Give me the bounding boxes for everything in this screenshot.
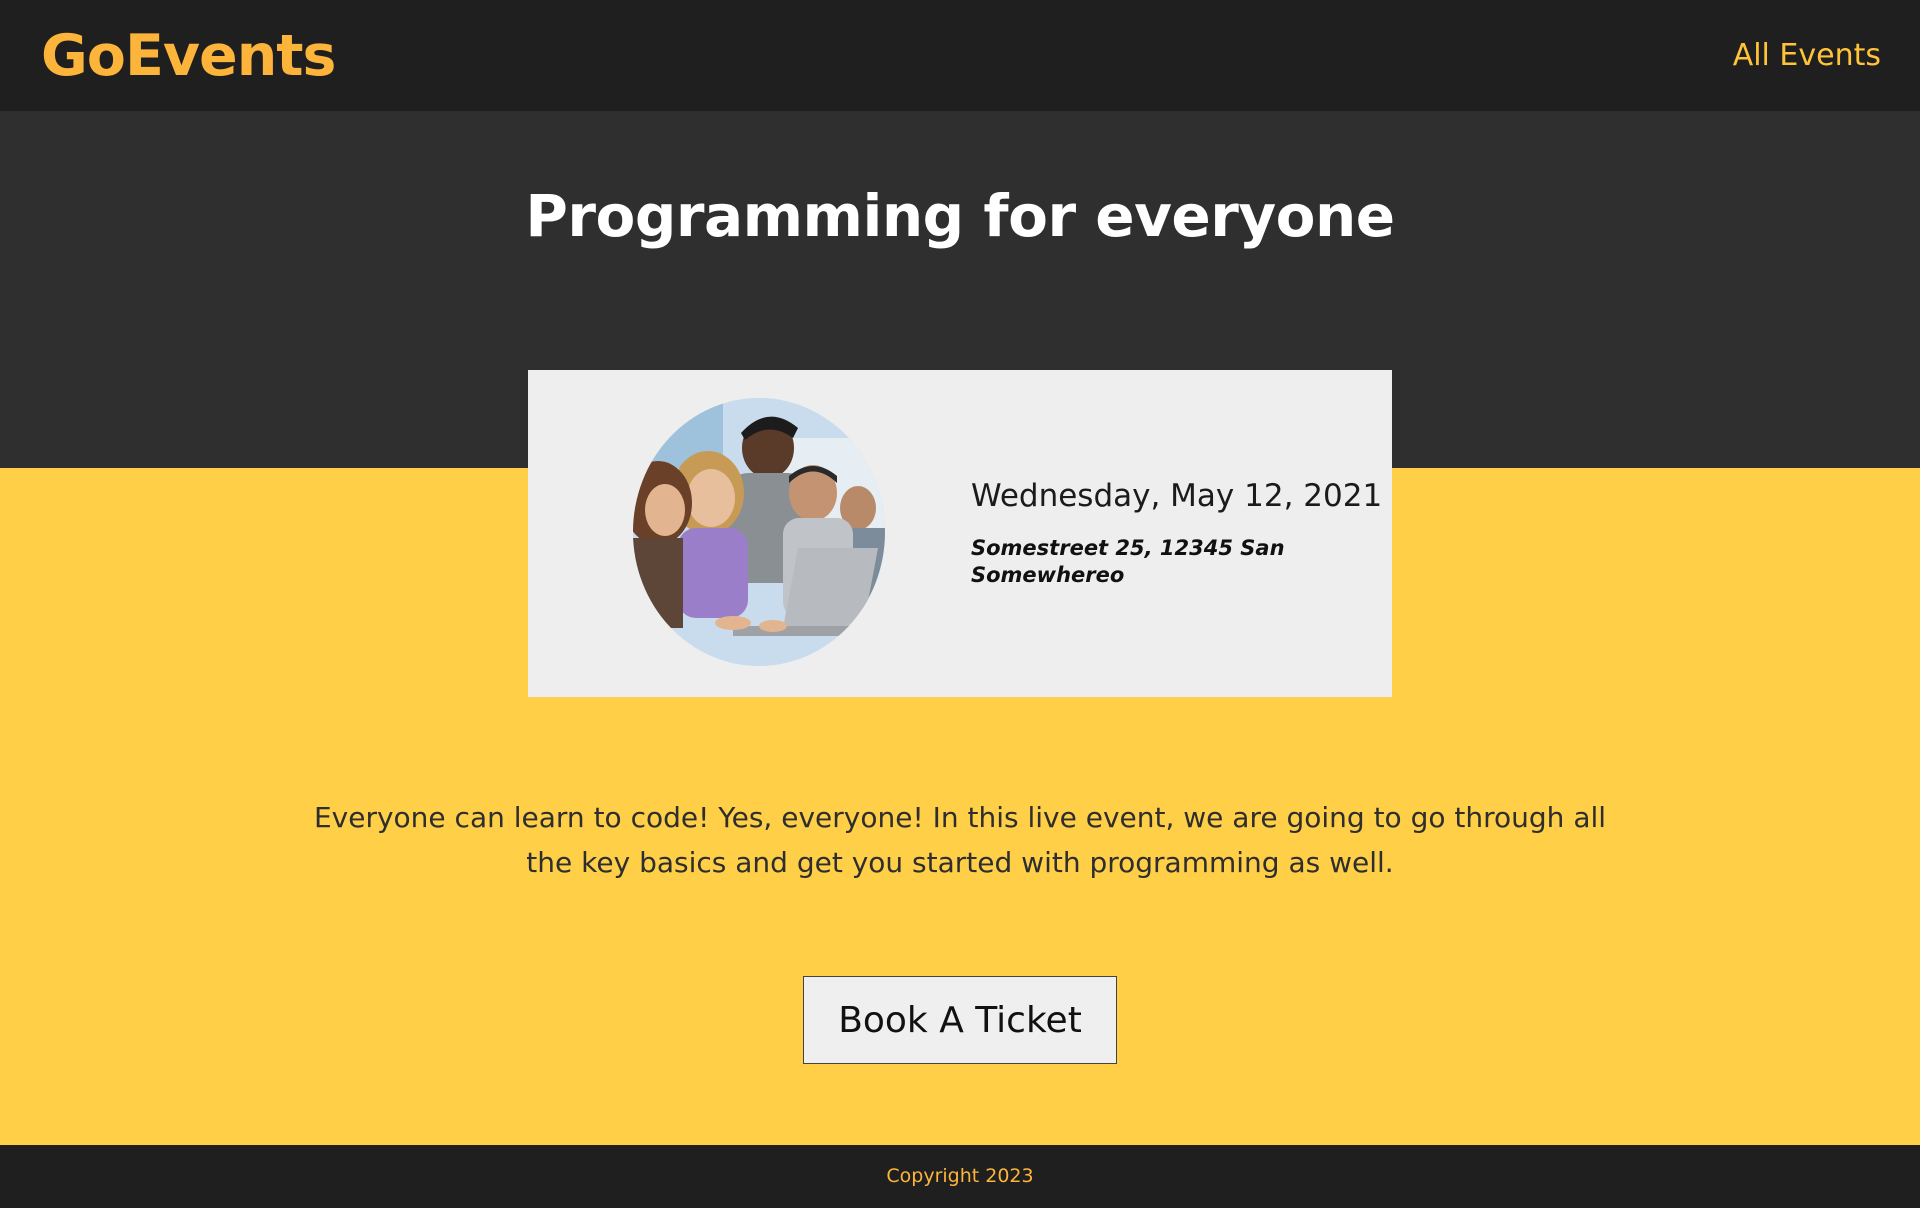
event-description: Everyone can learn to code! Yes, everyon… [313, 801, 1607, 879]
book-ticket-button[interactable]: Book A Ticket [803, 976, 1117, 1064]
event-image [633, 398, 885, 666]
site-footer: Copyright 2023 [0, 1145, 1920, 1208]
event-summary-card: Wednesday, May 12, 2021 Somestreet 25, 1… [528, 370, 1392, 697]
copyright-text: Copyright 2023 [886, 1165, 1034, 1187]
event-date: Wednesday, May 12, 2021 [971, 478, 1383, 514]
site-header: GoEvents All Events [0, 0, 1920, 111]
event-title: Programming for everyone [525, 182, 1395, 250]
event-address: Somestreet 25, 12345 San Somewhereo [971, 536, 1285, 587]
site-logo[interactable]: GoEvents [41, 18, 336, 94]
nav-all-events-link[interactable]: All Events [1733, 36, 1881, 76]
